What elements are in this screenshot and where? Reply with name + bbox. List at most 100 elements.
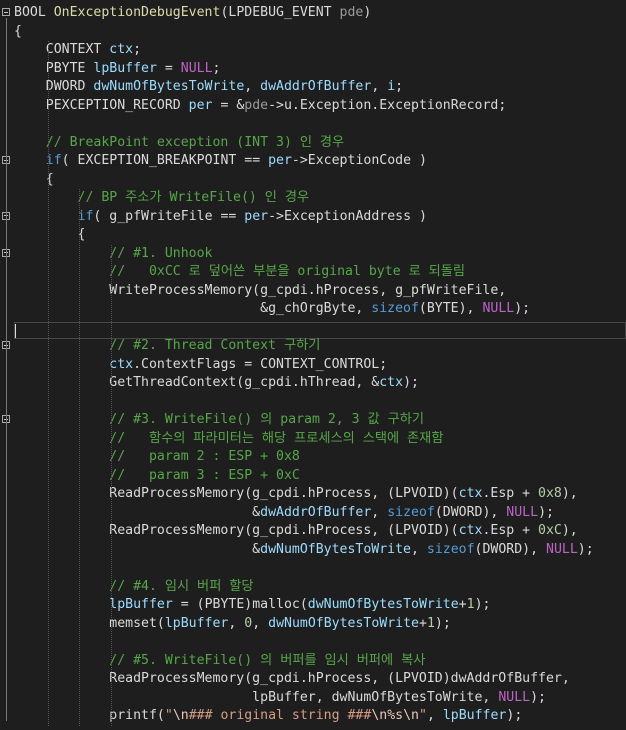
- code-line[interactable]: CONTEXT ctx;: [0, 41, 626, 60]
- code-line[interactable]: PEXCEPTION_RECORD per = &pde->u.Exceptio…: [0, 97, 626, 116]
- code-token: per: [244, 208, 269, 224]
- code-text: PBYTE lpBuffer = NULL;: [14, 60, 221, 79]
- code-line[interactable]: GetThreadContext(g_cpdi.hThread, &ctx);: [0, 374, 626, 393]
- code-line[interactable]: &g_chOrgByte, sizeof(BYTE), NULL);: [0, 300, 626, 319]
- code-token: .Esp +: [482, 486, 539, 501]
- code-line[interactable]: DWORD dwNumOfBytesToWrite, dwAddrOfBuffe…: [0, 78, 626, 97]
- code-token: NULL: [498, 689, 531, 705]
- code-token: NULL: [546, 541, 578, 557]
- code-line[interactable]: {: [0, 23, 626, 42]
- code-text: PEXCEPTION_RECORD per = &pde->u.Exceptio…: [14, 97, 507, 116]
- code-token: NULL: [180, 60, 213, 76]
- code-token: ctx: [109, 42, 134, 57]
- code-text: &dwNumOfBytesToWrite, sizeof(DWORD), NUL…: [14, 541, 593, 560]
- code-line[interactable]: [0, 393, 626, 412]
- code-line[interactable]: WriteProcessMemory(g_cpdi.hProcess, g_pf…: [0, 282, 626, 301]
- code-line[interactable]: [0, 115, 626, 134]
- code-line[interactable]: [0, 559, 626, 578]
- code-token: dwNumOfBytesToWrite: [93, 79, 245, 94]
- code-token: ,: [371, 504, 388, 520]
- code-line[interactable]: BOOL OnExceptionDebugEvent(LPDEBUG_EVENT…: [0, 4, 626, 23]
- code-token: ctx: [458, 486, 483, 501]
- code-token: ctx: [379, 375, 404, 390]
- code-token: // #2. Thread Context 구하기: [14, 338, 321, 353]
- code-text: &dwAddrOfBuffer, sizeof(DWORD), NULL);: [14, 504, 554, 523]
- code-token: pde: [244, 97, 269, 113]
- code-line[interactable]: // #1. Unhook: [0, 245, 626, 264]
- code-text: printf("\n### original string ###\n%s\n"…: [14, 707, 522, 726]
- code-line[interactable]: &dwNumOfBytesToWrite, sizeof(DWORD), NUL…: [0, 541, 626, 560]
- code-line[interactable]: printf("\n### original string ###\n%s\n"…: [0, 707, 626, 726]
- code-text: CONTEXT ctx;: [14, 41, 141, 60]
- code-token: ,: [411, 541, 427, 557]
- code-line[interactable]: // #3. WriteFile() 의 param 2, 3 값 구하기: [0, 411, 626, 430]
- code-token: i: [387, 79, 396, 94]
- code-token: NULL: [482, 301, 515, 316]
- code-line[interactable]: [0, 319, 626, 338]
- code-token: ( g_pfWriteFile ==: [93, 208, 245, 224]
- code-line[interactable]: if( g_pfWriteFile == per->ExceptionAddre…: [0, 208, 626, 227]
- code-line[interactable]: [0, 633, 626, 652]
- code-token: lpBuffer: [164, 615, 229, 631]
- code-line[interactable]: // #2. Thread Context 구하기: [0, 337, 626, 356]
- code-token: NULL: [506, 504, 539, 520]
- code-line[interactable]: // BP 주소가 WriteFile() 인 경우: [0, 189, 626, 208]
- code-text: // #3. WriteFile() 의 param 2, 3 값 구하기: [14, 411, 424, 430]
- code-line[interactable]: lpBuffer, dwNumOfBytesToWrite, NULL);: [0, 689, 626, 708]
- code-text: // #4. 임시 버퍼 할당: [14, 578, 254, 597]
- code-token: 0x8: [538, 486, 562, 501]
- code-token: ctx: [109, 356, 134, 372]
- code-line[interactable]: // param 3 : ESP + 0xC: [0, 467, 626, 486]
- code-token: lpBuffer: [442, 708, 507, 723]
- code-text: // BP 주소가 WriteFile() 인 경우: [14, 189, 310, 208]
- code-token: = &: [212, 97, 245, 113]
- collapse-icon[interactable]: [2, 8, 10, 16]
- code-token: WriteProcessMemory(g_cpdi.hProcess, g_pf…: [14, 282, 507, 298]
- code-line[interactable]: ReadProcessMemory(g_cpdi.hProcess, (LPVO…: [0, 485, 626, 504]
- code-text: DWORD dwNumOfBytesToWrite, dwAddrOfBuffe…: [14, 78, 403, 97]
- code-text: BOOL OnExceptionDebugEvent(LPDEBUG_EVENT…: [14, 4, 371, 23]
- code-editor[interactable]: BOOL OnExceptionDebugEvent(LPDEBUG_EVENT…: [0, 0, 626, 730]
- code-token: );: [538, 504, 554, 520]
- code-text: {: [14, 226, 86, 245]
- code-text: // 0xCC 로 덮어쓴 부분을 original byte 로 되돌림: [14, 263, 465, 282]
- code-token: &: [14, 541, 261, 557]
- code-token: sizeof: [387, 504, 435, 520]
- code-token: +: [418, 615, 427, 631]
- code-token: ;: [212, 60, 221, 76]
- code-token: ctx: [458, 523, 483, 538]
- code-line[interactable]: {: [0, 226, 626, 245]
- code-line[interactable]: // #4. 임시 버퍼 할당: [0, 578, 626, 597]
- code-line[interactable]: // BreakPoint exception (INT 3) 인 경우: [0, 134, 626, 153]
- code-line[interactable]: ctx.ContextFlags = CONTEXT_CONTROL;: [0, 356, 626, 375]
- code-line[interactable]: // 함수의 파라미터는 해당 프로세스의 스택에 존재함: [0, 430, 626, 449]
- code-line[interactable]: // param 2 : ESP + 0x8: [0, 448, 626, 467]
- code-token: pde: [339, 5, 364, 20]
- code-token: );: [474, 597, 491, 612]
- code-token: dwAddrOfBuffer: [260, 79, 372, 94]
- code-token: // #4. 임시 버퍼 할당: [14, 578, 254, 594]
- code-text: // param 2 : ESP + 0x8: [14, 448, 300, 467]
- code-line[interactable]: if( EXCEPTION_BREAKPOINT == per->Excepti…: [0, 152, 626, 171]
- code-line[interactable]: ReadProcessMemory(g_cpdi.hProcess, (LPVO…: [0, 522, 626, 541]
- code-line[interactable]: // 0xCC 로 덮어쓴 부분을 original byte 로 되돌림: [0, 263, 626, 282]
- code-text: ReadProcessMemory(g_cpdi.hProcess, (LPVO…: [14, 670, 570, 689]
- code-token: CONTEXT: [14, 42, 110, 57]
- code-line[interactable]: memset(lpBuffer, 0, dwNumOfBytesToWrite+…: [0, 615, 626, 634]
- code-token: );: [403, 375, 419, 390]
- code-token: \n: [403, 708, 419, 723]
- code-token: =: [156, 60, 181, 76]
- code-line[interactable]: // #5. WriteFile() 의 버퍼를 임시 버퍼에 복사: [0, 652, 626, 671]
- code-token: sizeof: [426, 541, 475, 557]
- code-token: // #5. WriteFile() 의 버퍼를 임시 버퍼에 복사: [14, 652, 426, 668]
- code-line[interactable]: &dwAddrOfBuffer, sizeof(DWORD), NULL);: [0, 504, 626, 523]
- code-line[interactable]: lpBuffer = (PBYTE)malloc(dwNumOfBytesToW…: [0, 596, 626, 615]
- code-line[interactable]: ReadProcessMemory(g_cpdi.hProcess, (LPVO…: [0, 670, 626, 689]
- code-token: );: [506, 708, 523, 723]
- code-line[interactable]: {: [0, 171, 626, 190]
- code-line[interactable]: PBYTE lpBuffer = NULL;: [0, 60, 626, 79]
- code-token: (LPDEBUG_EVENT: [220, 5, 340, 20]
- code-token: = (PBYTE)malloc(: [172, 597, 308, 612]
- code-token: memset(: [14, 615, 165, 631]
